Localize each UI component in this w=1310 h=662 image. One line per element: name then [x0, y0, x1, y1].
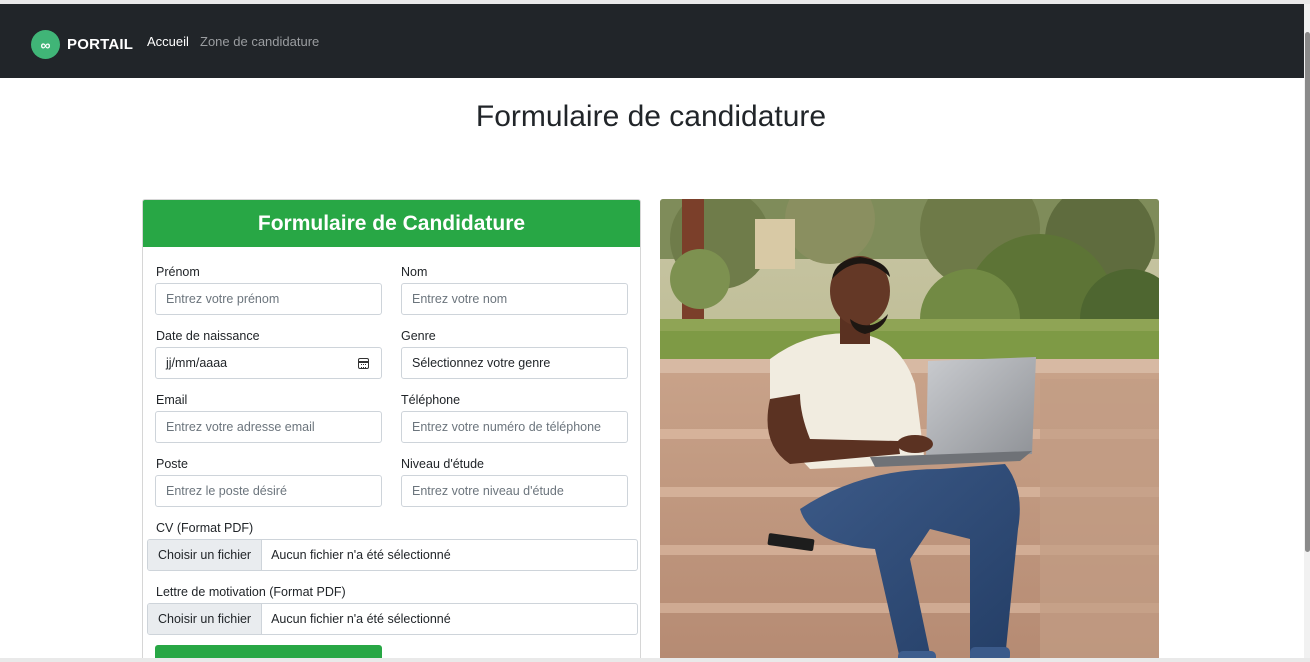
scrollbar-thumb[interactable] [1305, 32, 1310, 552]
date-naissance-input[interactable]: jj/mm/aaaa [155, 347, 382, 379]
cv-choose-file-button[interactable]: Choisir un fichier [148, 540, 263, 570]
genre-select[interactable]: Sélectionnez votre genre [401, 347, 628, 379]
application-form-card: Formulaire de Candidature Prénom Entrez … [142, 199, 641, 658]
lettre-motivation-label: Lettre de motivation (Format PDF) [156, 585, 346, 599]
infinity-logo-icon: ∞ [31, 30, 60, 59]
nav-link-zone-candidature[interactable]: Zone de candidature [200, 34, 319, 49]
nav-link-accueil[interactable]: Accueil [147, 34, 189, 49]
date-naissance-value: jj/mm/aaaa [166, 356, 228, 370]
date-naissance-label: Date de naissance [156, 329, 260, 343]
cv-file-status: Aucun fichier n'a été sélectionné [271, 548, 451, 562]
brand[interactable]: ∞ PORTAIL [31, 30, 133, 59]
poste-label: Poste [156, 457, 188, 471]
telephone-label: Téléphone [401, 393, 461, 407]
email-input[interactable]: Entrez votre adresse email [155, 411, 382, 443]
prenom-label: Prénom [156, 265, 200, 279]
page-scrollbar[interactable] [1304, 4, 1310, 658]
page-viewport: ∞ PORTAIL Accueil Zone de candidature Fo… [0, 4, 1304, 658]
calendar-icon[interactable] [358, 358, 369, 369]
prenom-input[interactable]: Entrez votre prénom [155, 283, 382, 315]
poste-input[interactable]: Entrez le poste désiré [155, 475, 382, 507]
cv-label: CV (Format PDF) [156, 521, 254, 535]
niveau-etude-input[interactable]: Entrez votre niveau d'étude [401, 475, 628, 507]
nom-label: Nom [401, 265, 428, 279]
niveau-etude-label: Niveau d'étude [401, 457, 485, 471]
cv-file-input[interactable]: Choisir un fichier Aucun fichier n'a été… [147, 539, 638, 571]
navbar: ∞ PORTAIL Accueil Zone de candidature [0, 4, 1304, 78]
page-title: Formulaire de candidature [475, 100, 827, 133]
candidate-photo [660, 199, 1159, 658]
form-card-header: Formulaire de Candidature [143, 200, 640, 247]
email-label: Email [156, 393, 188, 407]
lettre-file-status: Aucun fichier n'a été sélectionné [271, 612, 451, 626]
submit-button[interactable] [155, 645, 382, 658]
telephone-input[interactable]: Entrez votre numéro de téléphone [401, 411, 628, 443]
lettre-choose-file-button[interactable]: Choisir un fichier [148, 604, 263, 634]
nom-input[interactable]: Entrez votre nom [401, 283, 628, 315]
genre-label: Genre [401, 329, 436, 343]
lettre-motivation-file-input[interactable]: Choisir un fichier Aucun fichier n'a été… [147, 603, 638, 635]
brand-name: PORTAIL [67, 36, 134, 53]
